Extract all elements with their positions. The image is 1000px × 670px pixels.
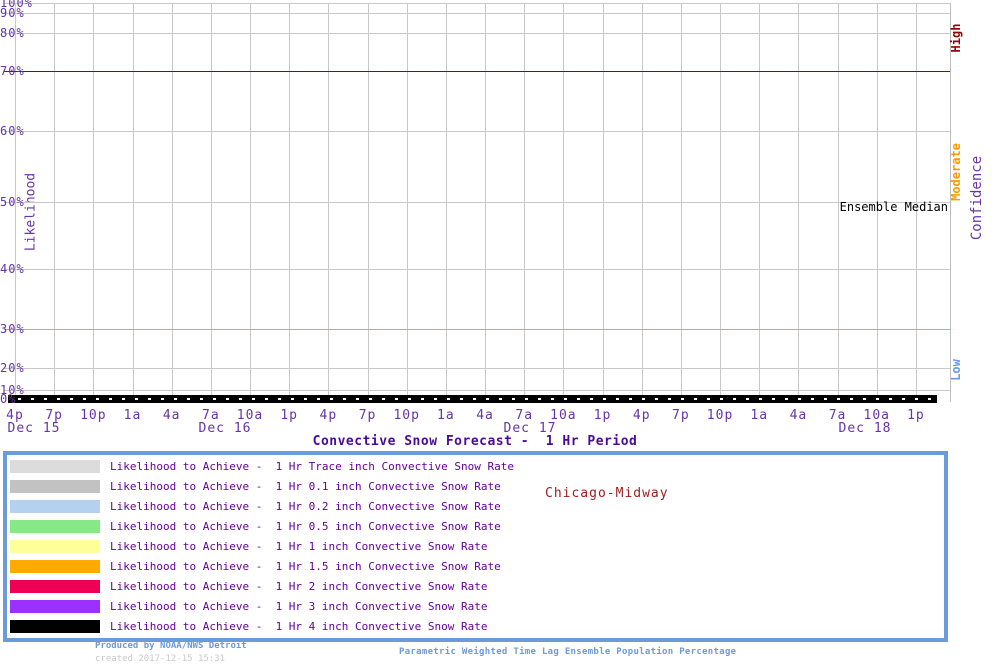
chart-title: Convective Snow Forecast - 1 Hr Period (312, 434, 638, 449)
legend-swatch (10, 620, 100, 633)
horizontal-gridline (4, 3, 950, 4)
x-tick-label: 4a (789, 408, 808, 423)
x-tick-label: 10p (706, 408, 734, 423)
threshold-line-30 (4, 329, 950, 330)
legend-swatch (10, 500, 100, 513)
legend-swatch (10, 460, 100, 473)
x-tick-label: 7p (672, 408, 690, 423)
horizontal-gridline (4, 13, 950, 14)
ensemble-median-annotation: Ensemble Median (839, 200, 948, 214)
x-tick-label: 4p (319, 408, 338, 423)
forecast-page: { "chart_data": { "type": "line", "title… (0, 0, 1000, 670)
legend-label: Likelihood to Achieve - 1 Hr 0.5 inch Co… (110, 520, 501, 533)
x-tick-label: 1p (907, 408, 925, 423)
x-tick-label: 1a (123, 408, 142, 423)
ensemble-median-dotted-line (8, 398, 937, 400)
horizontal-gridline (4, 202, 950, 203)
x-tick-label: 1p (593, 408, 612, 423)
y-tick-label: 70% (0, 64, 25, 78)
horizontal-gridline (4, 33, 950, 34)
x-tick-label: 10p (393, 408, 420, 423)
legend-swatch (10, 480, 100, 493)
legend-label: Likelihood to Achieve - 1 Hr Trace inch … (110, 460, 514, 473)
horizontal-gridline (4, 368, 950, 369)
y-tick-label: 30% (0, 322, 25, 336)
x-tick-label: 4a (476, 408, 494, 423)
confidence-level-high: High (949, 23, 963, 53)
y-tick-label: 80% (0, 26, 25, 40)
legend-label: Likelihood to Achieve - 1 Hr 0.1 inch Co… (110, 480, 501, 493)
legend-swatch (10, 600, 100, 613)
legend-swatch (10, 540, 100, 553)
y-tick-label: 0% (0, 392, 17, 406)
footer-chart-subtitle: Parametric Weighted Time Lag Ensemble Po… (399, 647, 737, 657)
legend-swatch (10, 580, 100, 593)
footer-created-timestamp: created 2017-12-15 15:31 (95, 654, 226, 664)
likelihood-chart: Likelihood Confidence High Moderate Low … (0, 0, 1000, 450)
x-tick-label: 4a (162, 408, 181, 423)
legend-label: Likelihood to Achieve - 1 Hr 3 inch Conv… (110, 600, 488, 613)
legend-label: Likelihood to Achieve - 1 Hr 1.5 inch Co… (110, 560, 501, 573)
y-axis-label: Likelihood (23, 172, 39, 252)
right-axis-spine (950, 3, 951, 402)
legend-swatch (10, 520, 100, 533)
horizontal-gridline (4, 390, 950, 391)
legend-label: Likelihood to Achieve - 1 Hr 1 inch Conv… (110, 540, 488, 553)
y-tick-label: 20% (0, 361, 25, 375)
station-name: Chicago-Midway (545, 486, 669, 501)
right-axis-label: Confidence (969, 155, 985, 241)
y-tick-label: 90% (0, 6, 25, 20)
x-tick-label: 10p (80, 408, 107, 423)
footer-produced-by: Produced by NOAA/NWS Detroit (95, 641, 247, 651)
x-tick-label: 1a (750, 408, 769, 423)
y-tick-label: 60% (0, 124, 25, 138)
threshold-line-70 (4, 71, 950, 72)
horizontal-gridline (4, 131, 950, 132)
confidence-level-low: Low (949, 359, 963, 381)
horizontal-gridline (4, 269, 950, 270)
y-tick-label: 50% (0, 195, 25, 209)
legend-box: Likelihood to Achieve - 1 Hr Trace inch … (3, 451, 948, 642)
legend-label: Likelihood to Achieve - 1 Hr 0.2 inch Co… (110, 500, 501, 513)
legend-label: Likelihood to Achieve - 1 Hr 2 inch Conv… (110, 580, 488, 593)
x-tick-label: 1p (280, 408, 299, 423)
x-tick-label: 7p (358, 408, 377, 423)
legend-label: Likelihood to Achieve - 1 Hr 4 inch Conv… (110, 620, 488, 633)
x-tick-label: 1a (437, 408, 455, 423)
y-tick-label: 40% (0, 262, 25, 276)
confidence-level-moderate: Moderate (949, 143, 963, 201)
x-tick-label: 4p (632, 408, 651, 423)
legend-swatch (10, 560, 100, 573)
